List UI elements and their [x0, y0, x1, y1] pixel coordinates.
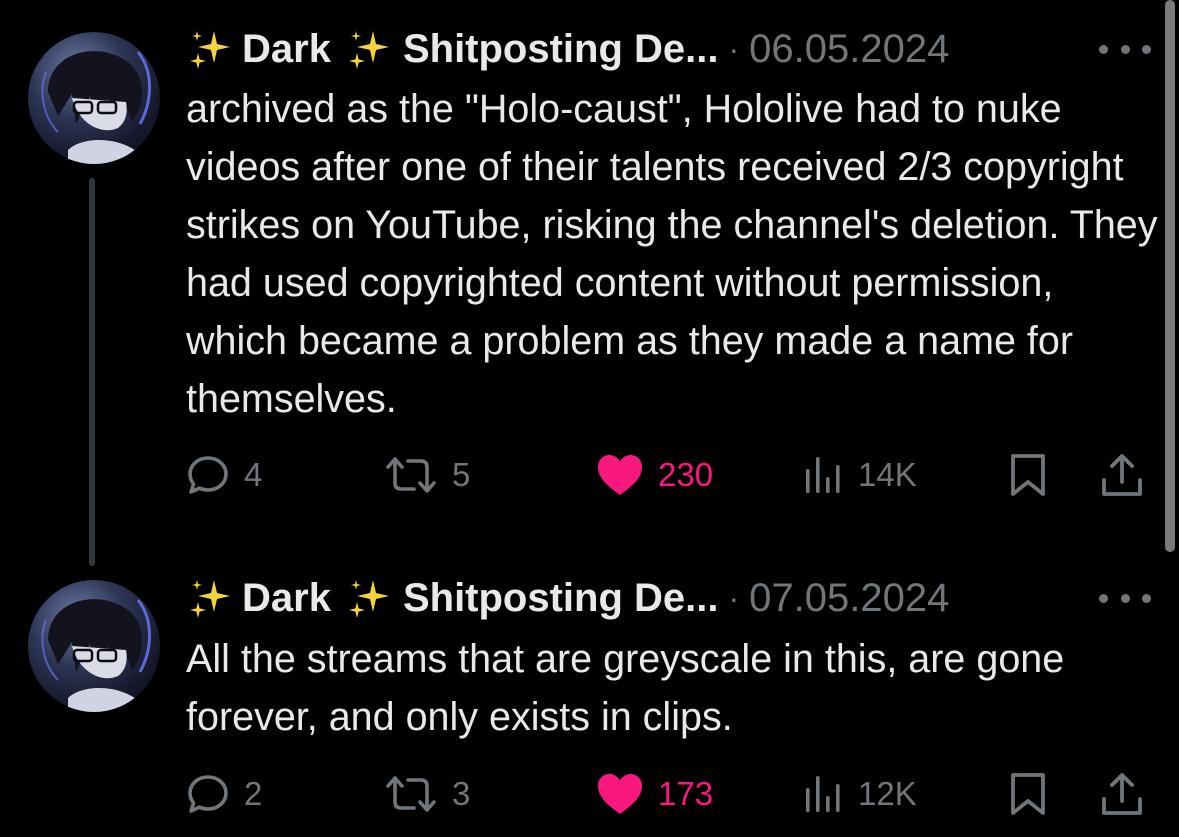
bookmark-button[interactable]	[1008, 766, 1048, 822]
views-button[interactable]: 12K	[804, 766, 917, 822]
more-icon-dot	[1142, 593, 1151, 603]
more-button[interactable]	[1099, 570, 1151, 626]
post[interactable]: Dark Shitposting De... · 07.05.2024 All …	[0, 0, 1179, 837]
sparkles-icon	[348, 580, 389, 618]
views-icon	[806, 776, 840, 812]
reply-button[interactable]: 2	[186, 766, 262, 822]
avatar-image	[41, 599, 151, 712]
heart-icon	[598, 774, 642, 814]
timeline: Dark Shitposting De... · 06.05.2024 arch…	[0, 0, 1179, 837]
author-name-suffix: Shitposting De...	[402, 576, 719, 620]
bookmark-icon	[1011, 773, 1045, 815]
header-separator: ·	[728, 580, 740, 616]
avatar[interactable]	[28, 580, 160, 712]
repost-count: 3	[452, 775, 471, 812]
author-name-label: Dark	[242, 576, 331, 620]
reply-icon	[188, 775, 228, 813]
like-count: 173	[658, 775, 714, 812]
action-bar: 2 3 173 12K	[186, 766, 1146, 822]
reply-count: 2	[244, 775, 263, 812]
post-text: All the streams that are greyscale in th…	[186, 637, 1065, 739]
more-icon-dot	[1099, 593, 1108, 603]
more-icon-dot	[1120, 593, 1130, 603]
share-button[interactable]	[1100, 766, 1144, 822]
views-count: 12K	[858, 775, 917, 812]
sparkles-icon	[190, 580, 230, 618]
post-date[interactable]: 07.05.2024	[749, 570, 949, 626]
post-header: Dark Shitposting De... · 07.05.2024	[188, 570, 949, 626]
repost-button[interactable]: 3	[384, 766, 470, 822]
author-name[interactable]: Dark Shitposting De...	[188, 570, 719, 626]
like-button[interactable]: 173	[596, 766, 713, 822]
share-icon	[1102, 773, 1142, 815]
repost-icon	[386, 776, 436, 812]
